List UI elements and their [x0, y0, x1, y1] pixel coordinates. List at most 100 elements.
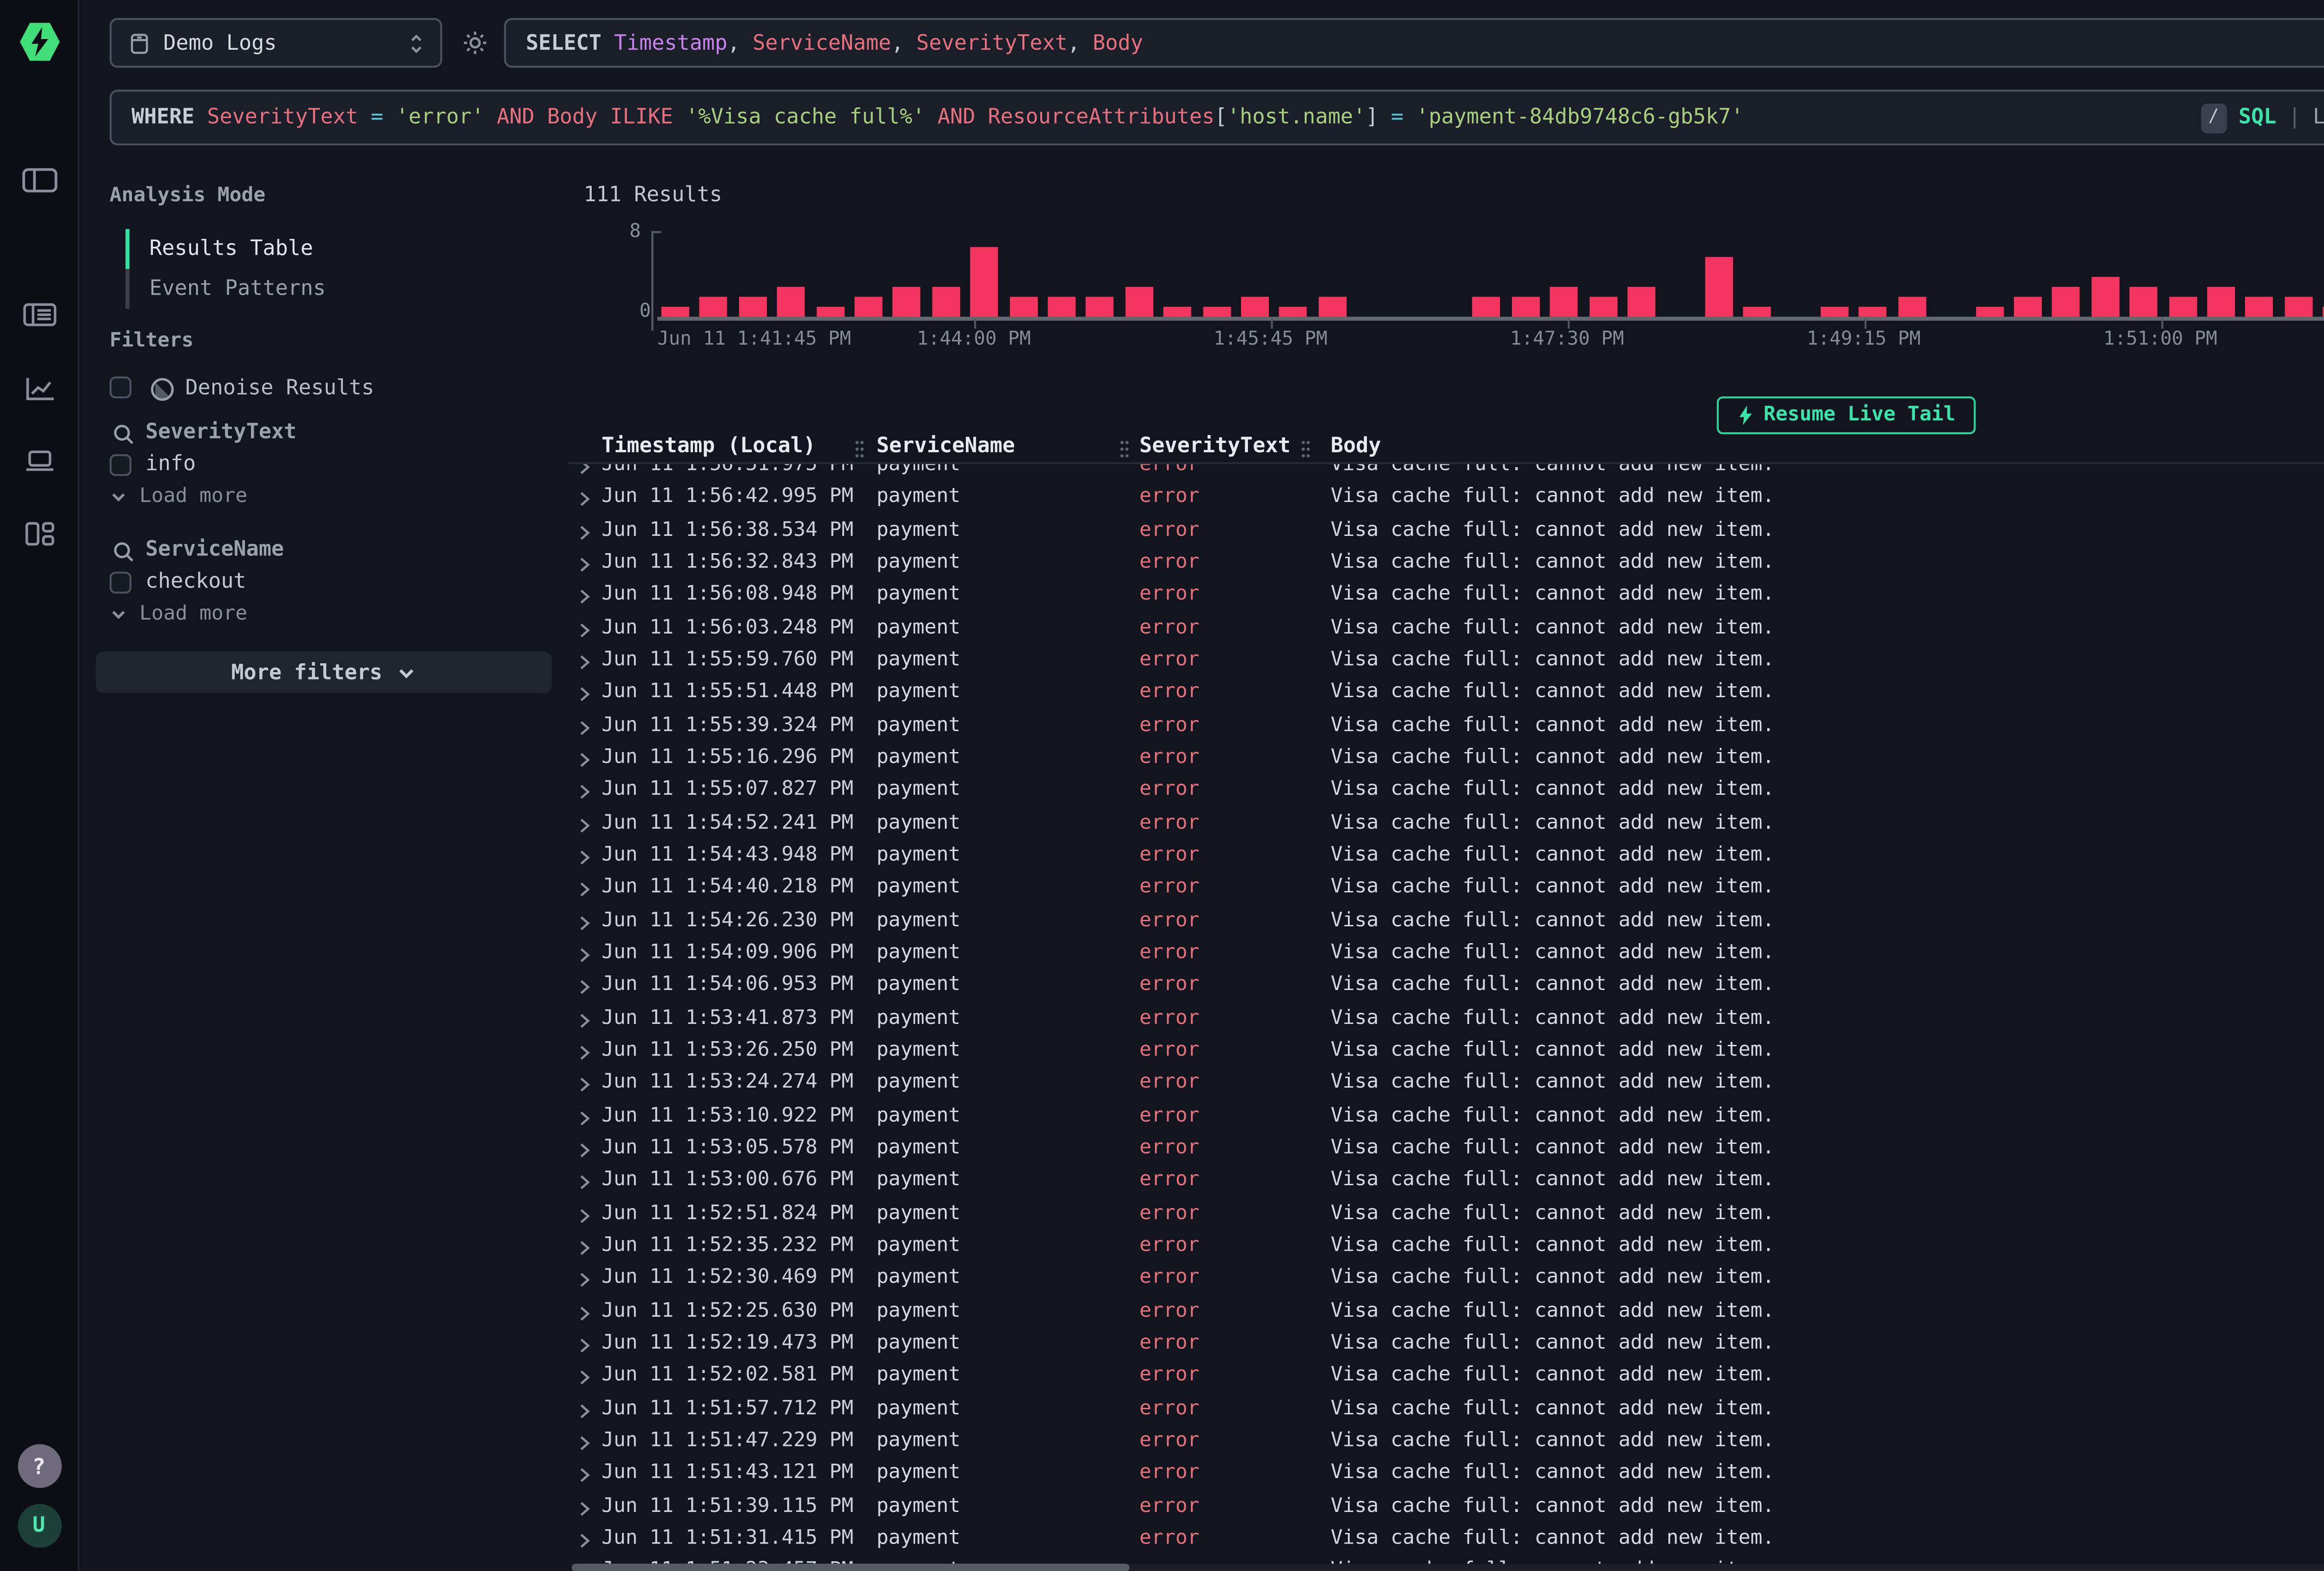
table-row[interactable]: Jun 11 1:52:51.824 PMpaymenterrorVisa ca…: [568, 1198, 2324, 1231]
expand-row-icon[interactable]: [578, 784, 592, 802]
table-row[interactable]: Jun 11 1:53:24.274 PMpaymenterrorVisa ca…: [568, 1068, 2324, 1101]
histogram-bar[interactable]: [971, 247, 998, 317]
table-row[interactable]: Jun 11 1:56:03.248 PMpaymenterrorVisa ca…: [568, 613, 2324, 645]
histogram-bar[interactable]: [2091, 277, 2119, 317]
histogram-bar[interactable]: [2207, 287, 2235, 317]
column-drag-handle-icon[interactable]: [855, 438, 865, 460]
expand-row-icon[interactable]: [578, 1531, 592, 1550]
histogram-bar[interactable]: [700, 297, 728, 317]
expand-row-icon[interactable]: [578, 978, 592, 997]
table-row[interactable]: Jun 11 1:52:19.473 PMpaymenterrorVisa ca…: [568, 1328, 2324, 1361]
histogram-bar[interactable]: [855, 297, 883, 317]
table-row[interactable]: Jun 11 1:52:30.469 PMpaymenterrorVisa ca…: [568, 1263, 2324, 1296]
histogram-bar[interactable]: [1318, 297, 1346, 317]
table-row[interactable]: Jun 11 1:54:43.948 PMpaymenterrorVisa ca…: [568, 840, 2324, 873]
expand-row-icon[interactable]: [578, 946, 592, 964]
expand-row-icon[interactable]: [578, 556, 592, 574]
table-row[interactable]: Jun 11 1:51:31.415 PMpaymenterrorVisa ca…: [568, 1524, 2324, 1556]
expand-row-icon[interactable]: [578, 1174, 592, 1192]
mode-results-table[interactable]: Results Table: [149, 229, 313, 269]
expand-row-icon[interactable]: [578, 1043, 592, 1062]
severity-info-checkbox[interactable]: [110, 454, 132, 476]
collapse-sidebar-icon[interactable]: [21, 167, 57, 193]
table-row[interactable]: Jun 11 1:53:26.250 PMpaymenterrorVisa ca…: [568, 1036, 2324, 1068]
histogram-bar[interactable]: [1705, 257, 1733, 317]
histogram-bar[interactable]: [1975, 307, 2003, 317]
histogram-bar[interactable]: [1048, 297, 1076, 317]
table-row[interactable]: Jun 11 1:54:09.906 PMpaymenterrorVisa ca…: [568, 938, 2324, 970]
table-row[interactable]: Jun 11 1:51:47.229 PMpaymenterrorVisa ca…: [568, 1426, 2324, 1459]
expand-row-icon[interactable]: [578, 1434, 592, 1452]
table-row[interactable]: Jun 11 1:51:39.115 PMpaymenterrorVisa ca…: [568, 1491, 2324, 1524]
expand-row-icon[interactable]: [578, 1304, 592, 1322]
table-row[interactable]: Jun 11 1:54:26.230 PMpaymenterrorVisa ca…: [568, 905, 2324, 938]
select-columns-input[interactable]: SELECT Timestamp, ServiceName, SeverityT…: [504, 18, 2324, 68]
expand-row-icon[interactable]: [578, 1109, 592, 1127]
help-button[interactable]: ?: [17, 1444, 60, 1488]
histogram-bar[interactable]: [777, 287, 805, 317]
expand-row-icon[interactable]: [578, 1141, 592, 1159]
expand-row-icon[interactable]: [578, 881, 592, 899]
severity-info-label[interactable]: info: [145, 452, 196, 476]
table-row[interactable]: Jun 11 1:56:32.843 PMpaymenterrorVisa ca…: [568, 548, 2324, 581]
histogram-bar[interactable]: [1086, 297, 1114, 317]
histogram-bar[interactable]: [2168, 297, 2196, 317]
expand-row-icon[interactable]: [578, 1499, 592, 1517]
histogram-bar[interactable]: [893, 287, 921, 317]
expand-row-icon[interactable]: [578, 686, 592, 704]
sql-mode-option[interactable]: SQL: [2238, 106, 2276, 129]
table-row[interactable]: Jun 11 1:52:25.630 PMpaymenterrorVisa ca…: [568, 1296, 2324, 1328]
histogram-bar[interactable]: [2053, 287, 2080, 317]
search-logs-icon[interactable]: [22, 303, 56, 326]
expand-row-icon[interactable]: [578, 1336, 592, 1354]
expand-row-icon[interactable]: [578, 1271, 592, 1289]
column-drag-handle-icon[interactable]: [1301, 438, 1311, 460]
col-header-severitytext[interactable]: SeverityText: [1139, 434, 1290, 458]
histogram-bar[interactable]: [2284, 297, 2312, 317]
col-header-servicename[interactable]: ServiceName: [877, 434, 1015, 458]
chart-explorer-icon[interactable]: [23, 375, 55, 403]
histogram-bar[interactable]: [2014, 297, 2042, 317]
table-row[interactable]: Jun 11 1:56:38.534 PMpaymenterrorVisa ca…: [568, 515, 2324, 548]
histogram-bar[interactable]: [1202, 307, 1230, 317]
histogram-bar[interactable]: [1859, 307, 1887, 317]
expand-row-icon[interactable]: [578, 849, 592, 867]
table-row[interactable]: Jun 11 1:55:59.760 PMpaymenterrorVisa ca…: [568, 645, 2324, 678]
source-select[interactable]: Demo Logs: [110, 18, 442, 68]
histogram-bar[interactable]: [1241, 297, 1269, 317]
table-row[interactable]: Jun 11 1:54:40.218 PMpaymenterrorVisa ca…: [568, 873, 2324, 905]
expand-row-icon[interactable]: [578, 1076, 592, 1094]
histogram-bar[interactable]: [1280, 307, 1307, 317]
expand-row-icon[interactable]: [578, 1239, 592, 1257]
expand-row-icon[interactable]: [578, 1206, 592, 1224]
table-row[interactable]: Jun 11 1:53:05.578 PMpaymenterrorVisa ca…: [568, 1133, 2324, 1166]
table-row[interactable]: Jun 11 1:53:41.873 PMpaymenterrorVisa ca…: [568, 1003, 2324, 1036]
histogram-bar[interactable]: [1512, 297, 1539, 317]
histogram-bar[interactable]: [2130, 287, 2158, 317]
histogram-bar[interactable]: [816, 307, 844, 317]
table-row[interactable]: Jun 11 1:51:57.712 PMpaymenterrorVisa ca…: [568, 1393, 2324, 1426]
expand-row-icon[interactable]: [578, 1401, 592, 1419]
histogram-bar[interactable]: [1473, 297, 1501, 317]
histogram-bar[interactable]: [1627, 287, 1655, 317]
histogram-bar[interactable]: [932, 287, 960, 317]
table-row[interactable]: Jun 11 1:56:08.948 PMpaymenterrorVisa ca…: [568, 580, 2324, 613]
histogram-bar[interactable]: [1898, 297, 1926, 317]
column-drag-handle-icon[interactable]: [1120, 438, 1129, 460]
histogram-bar[interactable]: [1009, 297, 1037, 317]
table-row[interactable]: Jun 11 1:55:51.448 PMpaymenterrorVisa ca…: [568, 678, 2324, 710]
service-checkout-checkbox[interactable]: [110, 572, 132, 594]
histogram-bar[interactable]: [1125, 287, 1153, 317]
col-header-body[interactable]: Body: [1331, 434, 1381, 458]
histogram-bar[interactable]: [1589, 297, 1617, 317]
table-row[interactable]: Jun 11 1:54:06.953 PMpaymenterrorVisa ca…: [568, 970, 2324, 1003]
histogram-bar[interactable]: [2246, 297, 2274, 317]
table-row[interactable]: Jun 11 1:53:10.922 PMpaymenterrorVisa ca…: [568, 1101, 2324, 1133]
horizontal-scrollbar[interactable]: [572, 1563, 2324, 1571]
expand-row-icon[interactable]: [578, 653, 592, 672]
histogram-bar[interactable]: [739, 297, 766, 317]
table-row[interactable]: Jun 11 1:52:35.232 PMpaymenterrorVisa ca…: [568, 1231, 2324, 1263]
expand-row-icon[interactable]: [578, 816, 592, 834]
table-row[interactable]: Jun 11 1:52:02.581 PMpaymenterrorVisa ca…: [568, 1361, 2324, 1393]
expand-row-icon[interactable]: [578, 719, 592, 737]
